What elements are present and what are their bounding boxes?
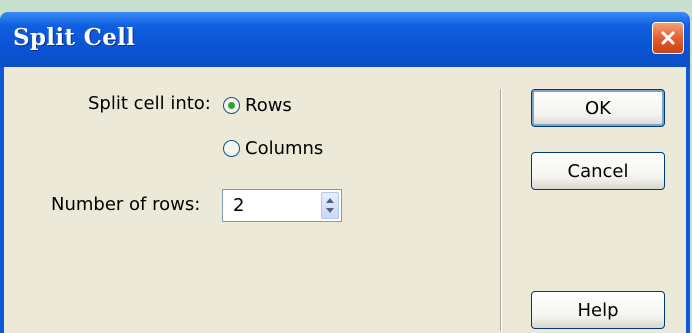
spin-down-icon[interactable] [326,208,334,213]
cancel-button[interactable]: Cancel [531,152,665,190]
number-of-rows-label: Number of rows: [51,194,201,215]
radio-rows-label: Rows [245,95,292,116]
split-cell-dialog: Split Cell Split cell into: Rows Columns… [0,12,690,333]
spin-up-icon[interactable] [326,198,334,203]
dialog-body: Split cell into: Rows Columns Number of … [4,67,686,333]
spin-buttons[interactable] [321,192,339,219]
close-button[interactable] [652,22,684,54]
dialog-title: Split Cell [13,24,136,51]
radio-rows[interactable]: Rows [223,95,292,116]
number-of-rows-value[interactable]: 2 [233,195,244,216]
help-button[interactable]: Help [531,291,665,329]
title-bar[interactable]: Split Cell [0,12,690,67]
number-of-rows-stepper[interactable]: 2 [222,189,342,222]
radio-columns-label: Columns [245,138,324,159]
radio-columns[interactable]: Columns [223,138,323,159]
split-cell-label: Split cell into: [88,93,211,114]
ok-button[interactable]: OK [531,89,665,127]
close-icon [661,31,675,45]
radio-columns-button[interactable] [223,140,240,157]
radio-rows-button[interactable] [223,97,240,114]
vertical-divider [500,89,502,331]
